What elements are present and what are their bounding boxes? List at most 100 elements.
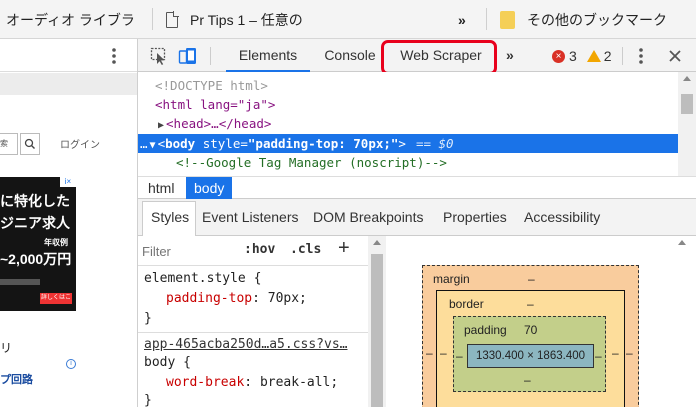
- class-toggle[interactable]: .cls: [290, 242, 321, 257]
- hover-state-toggle[interactable]: :hov: [244, 242, 275, 257]
- search-button[interactable]: [20, 133, 40, 155]
- tab-accessibility[interactable]: Accessibility: [524, 199, 600, 236]
- padding-bottom-value[interactable]: –: [524, 373, 531, 387]
- tree-row-body-selected[interactable]: … ▼ <body style="padding-top: 70px;"> == $0: [138, 134, 678, 153]
- crumb-body[interactable]: body: [186, 177, 233, 199]
- ad-logo: [0, 279, 40, 285]
- head-node: <head>…</head>: [166, 116, 272, 131]
- box-content-size[interactable]: 1330.400 × 1863.400: [467, 344, 594, 368]
- folder-icon: [500, 11, 515, 29]
- page-link[interactable]: プ回路: [0, 371, 33, 387]
- expand-triangle-icon[interactable]: ▶: [158, 120, 164, 131]
- scroll-up-icon[interactable]: [683, 76, 691, 81]
- bookmark-label: Pr Tips 1 – 任意の: [190, 12, 303, 28]
- bookmarks-overflow-button[interactable]: »: [458, 9, 478, 31]
- tree-row-head[interactable]: ▶ <head>…</head>: [138, 114, 678, 133]
- devtools-menu-icon[interactable]: [637, 47, 645, 65]
- tree-row-comment[interactable]: <!--Google Tag Manager (noscript)-->: [138, 153, 678, 172]
- border-right-value[interactable]: –: [612, 346, 619, 360]
- box-border[interactable]: border – – – padding 70 – – – 1330.400 ×…: [436, 290, 625, 407]
- styles-filter-bar: :hov .cls +: [138, 236, 368, 266]
- styles-sidebar-tabs: Styles Event Listeners DOM Breakpoints P…: [138, 199, 696, 236]
- highlight-box: [381, 40, 497, 75]
- tab-properties[interactable]: Properties: [443, 199, 507, 236]
- styles-filter-input[interactable]: [142, 240, 232, 262]
- ad-cta-button[interactable]: 詳しくはこちら: [40, 293, 72, 304]
- tab-dom-breakpoints[interactable]: DOM Breakpoints: [313, 199, 423, 236]
- adchoices-icon[interactable]: i×: [60, 177, 76, 187]
- more-vert-icon[interactable]: [110, 47, 118, 65]
- scroll-up-icon[interactable]: [678, 240, 686, 245]
- comment-node: <!--Google Tag Manager (noscript)-->: [176, 155, 447, 170]
- bookmark-label: オーディオ ライブラ: [6, 12, 135, 28]
- styles-pane: :hov .cls + element.style { padding-top:…: [138, 236, 368, 407]
- ad-text: ジニア求人: [0, 215, 70, 231]
- warning-icon: [586, 50, 601, 62]
- ad-banner[interactable]: i× に特化した ジニア求人 年収例 ~2,000万円 詳しくはこちら: [0, 177, 76, 311]
- info-icon[interactable]: i: [66, 359, 76, 369]
- page-header: [0, 39, 137, 72]
- tab-elements[interactable]: Elements: [226, 39, 310, 72]
- issue-counters[interactable]: × 3 2: [552, 48, 612, 64]
- padding-left-value[interactable]: –: [456, 349, 463, 363]
- scrollbar-thumb[interactable]: [371, 254, 383, 407]
- tree-row-doctype[interactable]: <!DOCTYPE html>: [138, 76, 678, 95]
- collapse-triangle-icon[interactable]: ▼: [150, 140, 156, 151]
- ad-text: 年収例: [44, 238, 68, 247]
- scrollbar-thumb[interactable]: [681, 94, 693, 114]
- device-toolbar-icon[interactable]: [178, 46, 198, 66]
- rule-close: }: [144, 393, 152, 407]
- toolbar-divider: [210, 47, 211, 65]
- tab-event-listeners[interactable]: Event Listeners: [202, 199, 299, 236]
- box-padding[interactable]: padding 70 – – – 1330.400 × 1863.400: [453, 316, 606, 392]
- css-declaration[interactable]: word-break: break-all;: [166, 372, 338, 394]
- border-top-value[interactable]: –: [527, 297, 534, 311]
- other-bookmarks[interactable]: その他のブックマーク: [500, 9, 696, 31]
- breadcrumb: html body: [138, 176, 696, 199]
- toolbar-divider: [622, 47, 623, 65]
- bookmark-pr-tips[interactable]: Pr Tips 1 – 任意の: [166, 9, 438, 31]
- tree-scrollbar[interactable]: [678, 72, 696, 176]
- margin-left-value[interactable]: –: [426, 346, 433, 360]
- error-icon: ×: [552, 49, 565, 63]
- crumb-html[interactable]: html: [140, 177, 182, 199]
- bookmarks-bar: オーディオ ライブラ Pr Tips 1 – 任意の » その他のブックマーク: [0, 0, 696, 39]
- tab-console[interactable]: Console: [320, 39, 380, 72]
- box-margin[interactable]: margin – – – border – – – padding 70 – –…: [422, 265, 639, 407]
- more-tabs-button[interactable]: »: [506, 39, 520, 72]
- css-declaration[interactable]: padding-top: 70px;: [166, 288, 307, 310]
- padding-right-value[interactable]: –: [595, 349, 602, 363]
- search-field-edge[interactable]: 索: [0, 133, 18, 155]
- margin-label: margin: [433, 272, 470, 286]
- border-label: border: [449, 297, 484, 311]
- margin-right-value[interactable]: –: [626, 346, 633, 360]
- search-icon: [24, 138, 35, 149]
- rule-close: }: [144, 311, 152, 326]
- padding-top-value[interactable]: 70: [524, 323, 537, 337]
- page-snippet: リ: [0, 341, 13, 355]
- padding-label: padding: [464, 323, 507, 337]
- new-style-rule-button[interactable]: +: [338, 237, 350, 260]
- tab-styles[interactable]: Styles: [151, 199, 189, 236]
- margin-top-value[interactable]: –: [528, 272, 535, 286]
- ellipsis-icon[interactable]: …: [140, 136, 148, 151]
- scroll-up-icon[interactable]: [373, 240, 381, 245]
- bookmark-audio-library[interactable]: オーディオ ライブラ: [6, 9, 148, 31]
- web-page-viewport: 索 ログイン i× に特化した ジニア求人 年収例 ~2,000万円 詳しくはこ…: [0, 39, 138, 407]
- border-left-value[interactable]: –: [440, 346, 447, 360]
- inspect-element-icon[interactable]: [150, 47, 168, 65]
- error-count: 3: [569, 48, 577, 64]
- other-bookmarks-label: その他のブックマーク: [527, 12, 667, 28]
- element-style-selector[interactable]: element.style {: [144, 268, 261, 290]
- styles-scrollbar[interactable]: [368, 236, 386, 407]
- ad-text: に特化した: [0, 193, 70, 209]
- tree-row-html[interactable]: <html lang="ja">: [138, 95, 678, 114]
- rule-divider: [138, 332, 368, 333]
- close-icon[interactable]: [668, 49, 682, 63]
- bookmark-divider: [152, 8, 153, 30]
- login-link[interactable]: ログイン: [60, 136, 100, 151]
- elements-tree: <!DOCTYPE html> <html lang="ja"> ▶ <head>…: [138, 72, 678, 176]
- bookmark-divider: [486, 8, 487, 30]
- body-selector[interactable]: body {: [144, 352, 191, 374]
- html-node: <html lang="ja">: [155, 97, 276, 112]
